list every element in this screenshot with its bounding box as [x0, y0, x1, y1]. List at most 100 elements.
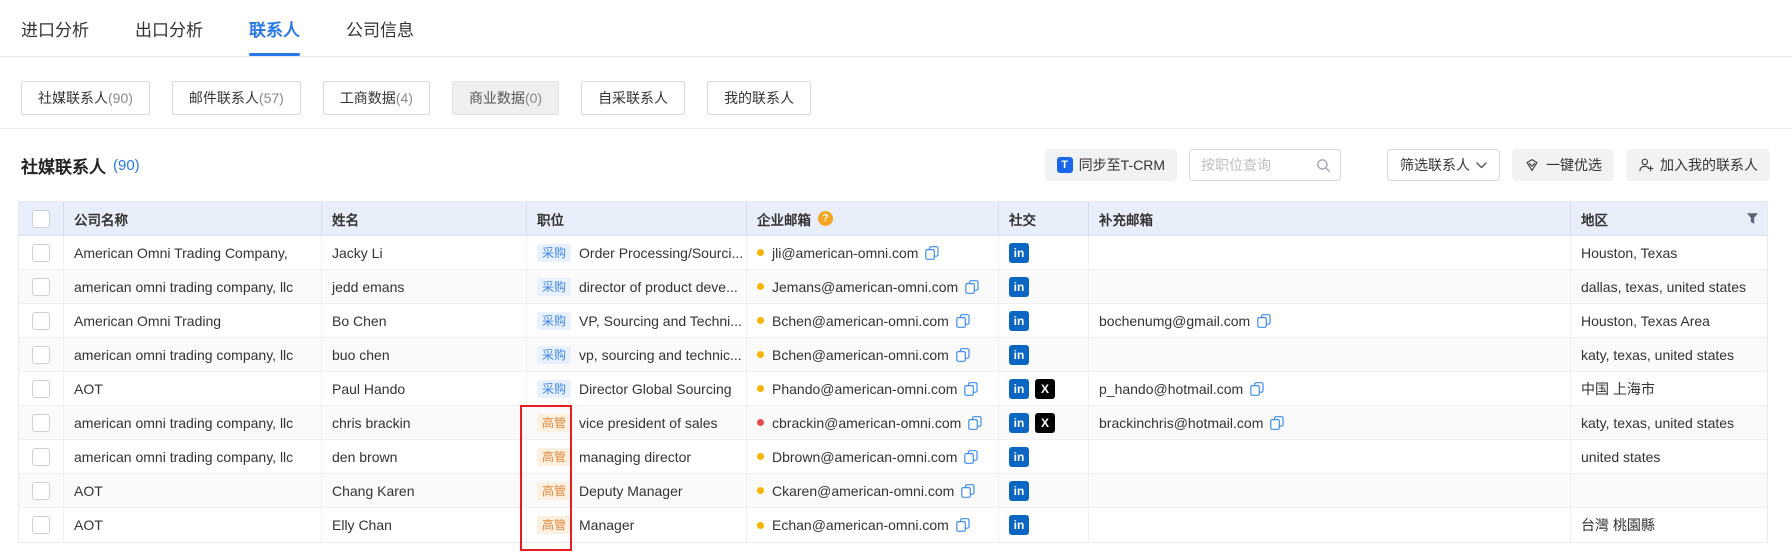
extra-email-cell	[1089, 270, 1571, 303]
row-checkbox[interactable]	[32, 482, 50, 500]
email-text: Ckaren@american-omni.com	[772, 483, 954, 499]
row-checkbox[interactable]	[32, 380, 50, 398]
row-checkbox[interactable]	[32, 346, 50, 364]
table-row: american omni trading company, llc buo c…	[19, 338, 1767, 372]
name-cell: jedd emans	[322, 270, 527, 303]
position-cell: 高管 managing director	[527, 440, 747, 473]
chip-self-collected[interactable]: 自采联系人	[581, 81, 685, 115]
header-social: 社交	[999, 202, 1089, 235]
copy-icon[interactable]	[1250, 382, 1264, 396]
table-header-row: 公司名称 姓名 职位 企业邮箱 ? 社交 补充邮箱 地区	[19, 202, 1767, 236]
copy-icon[interactable]	[956, 314, 970, 328]
linkedin-icon[interactable]: in	[1009, 481, 1029, 501]
one-click-optimize-button[interactable]: 一键优选	[1512, 149, 1614, 181]
filter-funnel-icon[interactable]	[1746, 212, 1759, 225]
linkedin-icon[interactable]: in	[1009, 447, 1029, 467]
region-cell: dallas, texas, united states	[1571, 270, 1769, 303]
position-cell: 高管 Deputy Manager	[527, 474, 747, 507]
linkedin-icon[interactable]: in	[1009, 379, 1029, 399]
position-text: managing director	[579, 449, 691, 465]
chip-label: 邮件联系人	[189, 88, 259, 108]
copy-icon[interactable]	[956, 518, 970, 532]
email-text: Bchen@american-omni.com	[772, 313, 949, 329]
role-tag: 高管	[537, 516, 571, 534]
position-search	[1189, 149, 1341, 181]
email-status-dot	[757, 453, 764, 460]
x-twitter-icon[interactable]: X	[1035, 413, 1055, 433]
copy-icon[interactable]	[964, 450, 978, 464]
row-checkbox[interactable]	[32, 516, 50, 534]
select-all-checkbox[interactable]	[32, 210, 50, 228]
toolbar: T 同步至T-CRM 筛选联系人 一键优选 加入我的联系人	[1045, 149, 1770, 181]
extra-email-text: p_hando@hotmail.com	[1099, 381, 1243, 397]
search-icon[interactable]	[1316, 158, 1331, 173]
copy-icon[interactable]	[964, 382, 978, 396]
header-extra-email: 补充邮箱	[1089, 202, 1571, 235]
row-checkbox[interactable]	[32, 278, 50, 296]
social-cell: in	[999, 440, 1089, 473]
table-row: AOT Paul Hando 采购 Director Global Sourci…	[19, 372, 1767, 406]
role-tag: 采购	[537, 278, 571, 296]
chip-label: 我的联系人	[724, 88, 794, 108]
page-title: 社媒联系人 (90)	[21, 153, 140, 178]
chip-my-contacts[interactable]: 我的联系人	[707, 81, 811, 115]
sync-to-tcrm-button[interactable]: T 同步至T-CRM	[1045, 149, 1177, 181]
row-checkbox[interactable]	[32, 244, 50, 262]
tab-import-analysis[interactable]: 进口分析	[21, 0, 89, 56]
email-cell: jli@american-omni.com	[747, 236, 999, 269]
chip-social-contacts[interactable]: 社媒联系人(90)	[21, 81, 150, 115]
header-position: 职位	[527, 202, 747, 235]
position-cell: 采购 Director Global Sourcing	[527, 372, 747, 405]
copy-icon[interactable]	[1270, 416, 1284, 430]
email-text: jli@american-omni.com	[772, 245, 918, 261]
email-text: Phando@american-omni.com	[772, 381, 957, 397]
copy-icon[interactable]	[968, 416, 982, 430]
copy-icon[interactable]	[925, 246, 939, 260]
email-status-dot	[757, 419, 764, 426]
row-checkbox[interactable]	[32, 414, 50, 432]
extra-email-text: bochenumg@gmail.com	[1099, 313, 1250, 329]
tab-export-analysis[interactable]: 出口分析	[135, 0, 203, 56]
copy-icon[interactable]	[956, 348, 970, 362]
linkedin-icon[interactable]: in	[1009, 311, 1029, 331]
help-icon[interactable]: ?	[818, 211, 833, 226]
name-cell: den brown	[322, 440, 527, 473]
copy-icon[interactable]	[1257, 314, 1271, 328]
linkedin-icon[interactable]: in	[1009, 277, 1029, 297]
copy-icon[interactable]	[961, 484, 975, 498]
region-cell: united states	[1571, 440, 1769, 473]
position-cell: 高管 Manager	[527, 508, 747, 542]
chip-count: (90)	[108, 90, 133, 106]
table-row: American Omni Trading Bo Chen 采购 VP, Sou…	[19, 304, 1767, 338]
section-count: (90)	[113, 157, 140, 174]
chip-business-registry[interactable]: 工商数据(4)	[323, 81, 430, 115]
chip-commercial-data[interactable]: 商业数据(0)	[452, 81, 559, 115]
x-twitter-icon[interactable]: X	[1035, 379, 1055, 399]
social-cell: in X	[999, 372, 1089, 405]
gem-icon	[1524, 157, 1540, 173]
email-cell: Bchen@american-omni.com	[747, 338, 999, 371]
linkedin-icon[interactable]: in	[1009, 515, 1029, 535]
linkedin-icon[interactable]: in	[1009, 413, 1029, 433]
chip-email-contacts[interactable]: 邮件联系人(57)	[172, 81, 301, 115]
email-cell: Ckaren@american-omni.com	[747, 474, 999, 507]
linkedin-icon[interactable]: in	[1009, 345, 1029, 365]
copy-icon[interactable]	[965, 280, 979, 294]
position-cell: 采购 VP, Sourcing and Techni...	[527, 304, 747, 337]
filter-contacts-dropdown[interactable]: 筛选联系人	[1387, 149, 1500, 181]
position-cell: 高管 vice president of sales	[527, 406, 747, 439]
social-cell: in	[999, 270, 1089, 303]
add-label: 加入我的联系人	[1660, 155, 1758, 175]
social-cell: in	[999, 474, 1089, 507]
tab-contacts[interactable]: 联系人	[249, 0, 300, 56]
row-checkbox[interactable]	[32, 448, 50, 466]
tab-company-info[interactable]: 公司信息	[346, 0, 414, 56]
row-checkbox[interactable]	[32, 312, 50, 330]
email-cell: cbrackin@american-omni.com	[747, 406, 999, 439]
name-cell: Bo Chen	[322, 304, 527, 337]
search-input[interactable]	[1199, 156, 1316, 174]
chip-label: 商业数据	[469, 88, 525, 108]
extra-email-cell	[1089, 474, 1571, 507]
linkedin-icon[interactable]: in	[1009, 243, 1029, 263]
add-to-my-contacts-button[interactable]: 加入我的联系人	[1626, 149, 1770, 181]
